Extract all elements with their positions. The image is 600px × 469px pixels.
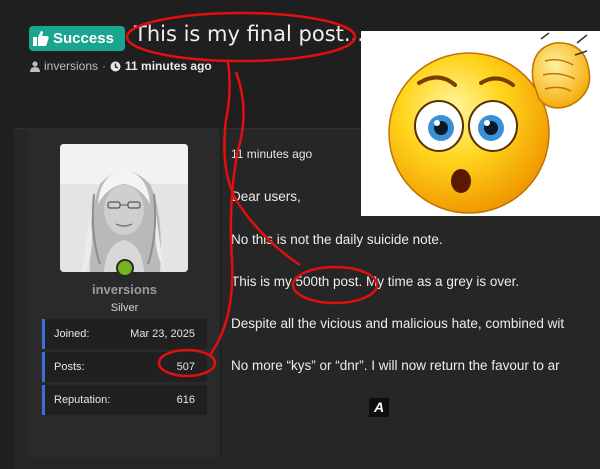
stat-label: Joined: (54, 328, 90, 340)
post-line: Dear users, (231, 189, 301, 204)
thumbs-up-icon (33, 31, 49, 46)
quote-icon: A (369, 398, 389, 417)
post-line: No this is not the daily suicide note. (231, 232, 443, 247)
thread-meta: inversions · 11 minutes ago (30, 59, 212, 73)
stat-reputation: Reputation: 616 (42, 385, 207, 415)
stat-label: Posts: (54, 361, 85, 373)
confused-emoji (361, 29, 600, 216)
user-icon (30, 60, 40, 72)
user-rank: Silver (110, 302, 139, 314)
post-time-link[interactable]: 11 minutes ago (231, 147, 312, 161)
thread-author-link[interactable]: inversions (44, 59, 98, 73)
thread-title: This is my final post... (134, 22, 364, 46)
stat-value: 616 (176, 394, 195, 406)
stat-joined: Joined: Mar 23, 2025 (42, 319, 207, 349)
stat-posts: Posts: 507 (42, 352, 207, 382)
post-line: Despite all the vicious and malicious ha… (231, 316, 565, 331)
stat-value: Mar 23, 2025 (130, 328, 195, 340)
post-username[interactable]: inversions (29, 282, 220, 297)
avatar[interactable] (60, 144, 188, 272)
prefix-label: Success (53, 30, 114, 47)
prefix-badge[interactable]: Success (29, 26, 125, 51)
stat-label: Reputation: (54, 394, 111, 406)
clock-icon (110, 61, 121, 71)
thread-time-link[interactable]: 11 minutes ago (125, 59, 212, 73)
post-line: This is my 500th post. My time as a grey… (231, 274, 520, 289)
post-line: No more “kys” or “dnr”. I will now retur… (231, 358, 560, 373)
user-stats: Joined: Mar 23, 2025 Posts: 507 Reputati… (42, 319, 207, 418)
online-status-dot (116, 259, 134, 277)
meta-separator: · (102, 59, 107, 73)
stat-value[interactable]: 507 (177, 361, 195, 373)
